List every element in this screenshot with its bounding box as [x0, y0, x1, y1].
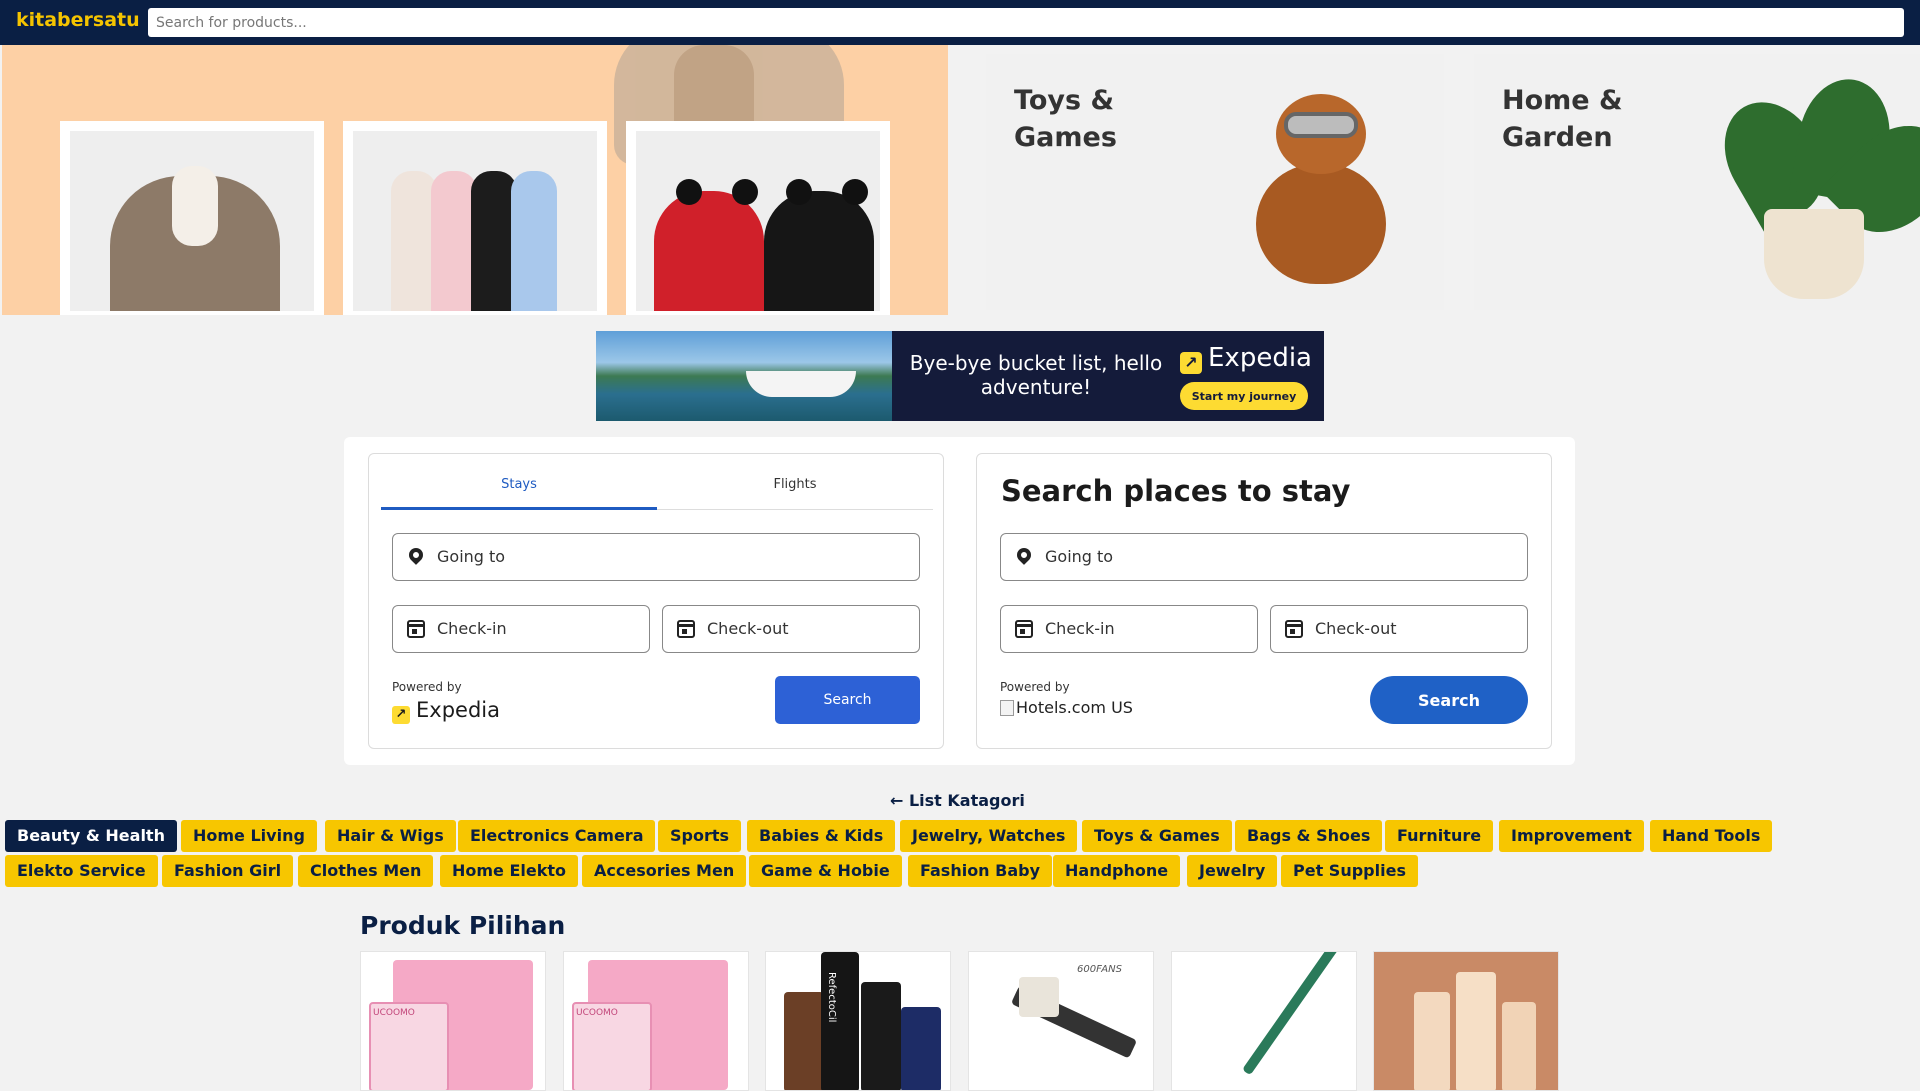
tab-flights[interactable]: Flights	[657, 466, 933, 510]
category-chip[interactable]: Improvement	[1499, 820, 1644, 852]
category-chip[interactable]: Electronics Camera	[458, 820, 656, 852]
broken-image-icon	[1000, 700, 1014, 716]
fashion-promo-banner[interactable]	[2, 45, 948, 315]
hotels-search-button[interactable]: Search	[1370, 676, 1528, 724]
product-search-input[interactable]	[148, 8, 1904, 37]
category-chip[interactable]: Bags & Shoes	[1235, 820, 1383, 852]
start-journey-button[interactable]: Start my journey	[1180, 382, 1308, 410]
powered-by-label: Powered by	[392, 680, 462, 694]
calendar-icon	[407, 620, 425, 638]
category-chip[interactable]: Hand Tools	[1650, 820, 1773, 852]
category-chip[interactable]: Sports	[658, 820, 742, 852]
expedia-mark-icon: ↗	[392, 706, 410, 724]
category-chip[interactable]: Elekto Service	[5, 855, 158, 887]
top-bar: kitabersatu	[0, 0, 1920, 45]
category-chip[interactable]: Babies & Kids	[747, 820, 896, 852]
check-out-field[interactable]: Check-out	[662, 605, 920, 653]
category-chip[interactable]: Fashion Baby	[908, 855, 1053, 887]
powered-by-label: Powered by	[1000, 680, 1070, 694]
category-chip[interactable]: Toys & Games	[1082, 820, 1232, 852]
category-list-link[interactable]: ← List Katagori	[890, 791, 1025, 810]
going-to-field[interactable]: Going to	[392, 533, 920, 581]
category-chip[interactable]: Home Elekto	[440, 855, 579, 887]
expedia-search-widget: Stays Flights Going to Check-in Check-ou…	[368, 453, 944, 749]
widget-title: Search places to stay	[1001, 474, 1351, 508]
product-card[interactable]	[1171, 951, 1357, 1091]
search-tabs: Stays Flights	[381, 466, 933, 510]
category-chip[interactable]: Furniture	[1385, 820, 1494, 852]
category-chip[interactable]: Clothes Men	[298, 855, 434, 887]
category-chip[interactable]: Accesories Men	[582, 855, 747, 887]
home-garden-promo[interactable]: Home & Garden	[1474, 54, 1920, 310]
product-card[interactable]: 600FANS	[968, 951, 1154, 1091]
product-card[interactable]: UCOOMO	[563, 951, 749, 1091]
category-chip[interactable]: Jewelry	[1187, 855, 1278, 887]
check-in-field[interactable]: Check-in	[392, 605, 650, 653]
ad-headline: Bye-bye bucket list, hello adventure!	[909, 351, 1163, 399]
category-chip[interactable]: Beauty & Health	[5, 820, 177, 852]
hotels-search-widget: Search places to stay Going to Check-in …	[976, 453, 1552, 749]
product-card[interactable]: UCOOMO	[360, 951, 546, 1091]
check-in-field[interactable]: Check-in	[1000, 605, 1258, 653]
site-logo[interactable]: kitabersatu	[16, 9, 140, 31]
plant-image	[1705, 72, 1920, 299]
calendar-icon	[677, 620, 695, 638]
category-chip[interactable]: Jewelry, Watches	[900, 820, 1078, 852]
travel-search-section: Stays Flights Going to Check-in Check-ou…	[344, 437, 1575, 765]
category-chip[interactable]: Pet Supplies	[1281, 855, 1418, 887]
check-out-field[interactable]: Check-out	[1270, 605, 1528, 653]
location-pin-icon	[1014, 545, 1034, 566]
product-tile-dresses[interactable]	[343, 121, 607, 315]
toys-games-title: Toys & Games	[1014, 85, 1117, 153]
location-pin-icon	[406, 545, 426, 566]
expedia-search-button[interactable]: Search	[775, 676, 920, 724]
product-card[interactable]: RefectoCil	[765, 951, 951, 1091]
calendar-icon	[1285, 620, 1303, 638]
category-chip[interactable]: Game & Hobie	[749, 855, 902, 887]
going-to-field[interactable]: Going to	[1000, 533, 1528, 581]
harbor-photo	[596, 331, 892, 421]
category-chip[interactable]: Fashion Girl	[162, 855, 294, 887]
home-garden-title: Home & Garden	[1502, 85, 1623, 153]
expedia-ad-banner[interactable]: Bye-bye bucket list, hello adventure! ↗ E…	[596, 331, 1324, 421]
toys-games-promo[interactable]: Toys & Games	[986, 54, 1444, 310]
expedia-ad-logo: ↗ Expedia	[1180, 343, 1312, 374]
tab-stays[interactable]: Stays	[381, 466, 657, 510]
expedia-logo: ↗ Expedia	[392, 698, 500, 724]
product-tile-hoodies[interactable]	[626, 121, 890, 315]
teddy-bear-image	[1236, 94, 1396, 294]
section-title: Produk Pilihan	[360, 911, 566, 940]
calendar-icon	[1015, 620, 1033, 638]
product-tile-coat[interactable]	[60, 121, 324, 315]
hotels-logo: Hotels.com US	[1000, 698, 1133, 717]
category-chip[interactable]: Home Living	[181, 820, 317, 852]
category-chip[interactable]: Hair & Wigs	[325, 820, 456, 852]
category-chip[interactable]: Handphone	[1053, 855, 1181, 887]
expedia-mark-icon: ↗	[1180, 352, 1202, 374]
product-card[interactable]	[1373, 951, 1559, 1091]
